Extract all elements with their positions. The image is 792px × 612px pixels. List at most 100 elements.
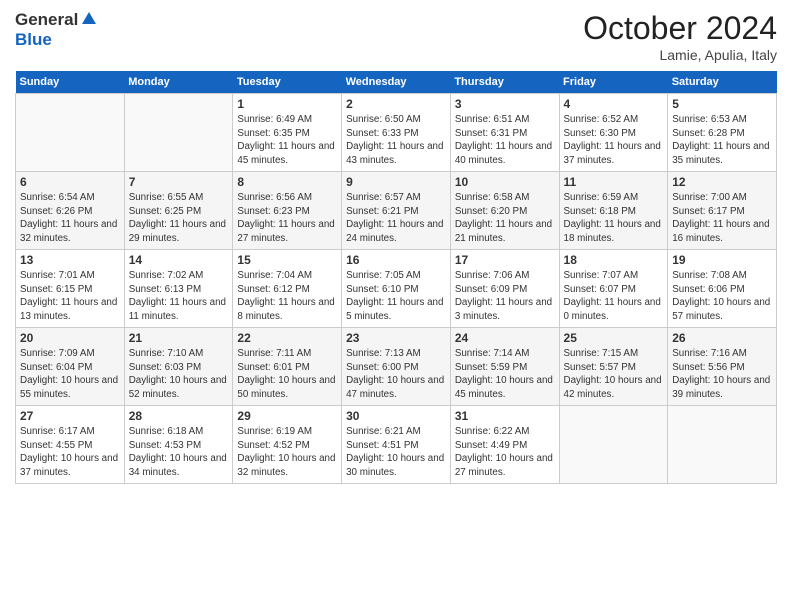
calendar-cell: 19 Sunrise: 7:08 AM Sunset: 6:06 PM Dayli… bbox=[668, 250, 777, 328]
header-day-thursday: Thursday bbox=[450, 71, 559, 94]
calendar-cell: 6 Sunrise: 6:54 AM Sunset: 6:26 PM Daylig… bbox=[16, 172, 125, 250]
day-info: Sunrise: 6:58 AM Sunset: 6:20 PM Dayligh… bbox=[455, 191, 555, 246]
day-number: 10 bbox=[455, 175, 555, 189]
day-info: Sunrise: 7:08 AM Sunset: 6:06 PM Dayligh… bbox=[672, 269, 772, 324]
day-number: 7 bbox=[129, 175, 229, 189]
day-number: 17 bbox=[455, 253, 555, 267]
calendar-cell: 14 Sunrise: 7:02 AM Sunset: 6:13 PM Dayli… bbox=[124, 250, 233, 328]
month-title: October 2024 bbox=[583, 10, 777, 47]
title-block: October 2024 Lamie, Apulia, Italy bbox=[583, 10, 777, 63]
calendar-cell: 22 Sunrise: 7:11 AM Sunset: 6:01 PM Dayli… bbox=[233, 328, 342, 406]
day-info: Sunrise: 6:17 AM Sunset: 4:55 PM Dayligh… bbox=[20, 425, 120, 480]
week-row-1: 1Sunrise: 6:49 AM Sunset: 6:35 PM Daylig… bbox=[16, 94, 777, 172]
day-info: Sunrise: 7:01 AM Sunset: 6:15 PM Dayligh… bbox=[20, 269, 120, 324]
calendar-cell: 23 Sunrise: 7:13 AM Sunset: 6:00 PM Dayli… bbox=[342, 328, 451, 406]
week-row-3: 13Sunrise: 7:01 AM Sunset: 6:15 PM Dayli… bbox=[16, 250, 777, 328]
day-info: Sunrise: 7:13 AM Sunset: 6:00 PM Dayligh… bbox=[346, 347, 446, 402]
day-info: Sunrise: 6:56 AM Sunset: 6:23 PM Dayligh… bbox=[237, 191, 337, 246]
logo: General Blue bbox=[15, 10, 98, 49]
day-number: 8 bbox=[237, 175, 337, 189]
day-number: 23 bbox=[346, 331, 446, 345]
calendar-cell: 11Sunrise: 6:59 AM Sunset: 6:18 PM Dayli… bbox=[559, 172, 668, 250]
calendar-cell: 5 Sunrise: 6:53 AM Sunset: 6:28 PM Daylig… bbox=[668, 94, 777, 172]
calendar-cell: 27 Sunrise: 6:17 AM Sunset: 4:55 PM Dayli… bbox=[16, 406, 125, 484]
day-number: 5 bbox=[672, 97, 772, 111]
calendar-cell: 24Sunrise: 7:14 AM Sunset: 5:59 PM Dayli… bbox=[450, 328, 559, 406]
calendar-cell: 1Sunrise: 6:49 AM Sunset: 6:35 PM Daylig… bbox=[233, 94, 342, 172]
day-number: 14 bbox=[129, 253, 229, 267]
page: General Blue October 2024 Lamie, Apulia,… bbox=[0, 0, 792, 612]
calendar-cell: 18 Sunrise: 7:07 AM Sunset: 6:07 PM Dayli… bbox=[559, 250, 668, 328]
calendar-cell: 25 Sunrise: 7:15 AM Sunset: 5:57 PM Dayli… bbox=[559, 328, 668, 406]
calendar-cell: 4 Sunrise: 6:52 AM Sunset: 6:30 PM Daylig… bbox=[559, 94, 668, 172]
day-info: Sunrise: 7:06 AM Sunset: 6:09 PM Dayligh… bbox=[455, 269, 555, 324]
day-number: 11 bbox=[564, 175, 664, 189]
day-number: 4 bbox=[564, 97, 664, 111]
location-subtitle: Lamie, Apulia, Italy bbox=[583, 47, 777, 63]
calendar-cell: 16 Sunrise: 7:05 AM Sunset: 6:10 PM Dayli… bbox=[342, 250, 451, 328]
day-info: Sunrise: 6:19 AM Sunset: 4:52 PM Dayligh… bbox=[237, 425, 337, 480]
logo-general-text: General bbox=[15, 10, 78, 30]
day-info: Sunrise: 7:14 AM Sunset: 5:59 PM Dayligh… bbox=[455, 347, 555, 402]
day-info: Sunrise: 6:22 AM Sunset: 4:49 PM Dayligh… bbox=[455, 425, 555, 480]
day-number: 12 bbox=[672, 175, 772, 189]
header-row: SundayMondayTuesdayWednesdayThursdayFrid… bbox=[16, 71, 777, 94]
day-info: Sunrise: 6:18 AM Sunset: 4:53 PM Dayligh… bbox=[129, 425, 229, 480]
day-number: 6 bbox=[20, 175, 120, 189]
day-number: 2 bbox=[346, 97, 446, 111]
logo-blue-text: Blue bbox=[15, 30, 98, 50]
day-info: Sunrise: 6:21 AM Sunset: 4:51 PM Dayligh… bbox=[346, 425, 446, 480]
day-info: Sunrise: 6:51 AM Sunset: 6:31 PM Dayligh… bbox=[455, 113, 555, 168]
calendar-cell: 17 Sunrise: 7:06 AM Sunset: 6:09 PM Dayli… bbox=[450, 250, 559, 328]
calendar-cell: 31 Sunrise: 6:22 AM Sunset: 4:49 PM Dayli… bbox=[450, 406, 559, 484]
day-number: 22 bbox=[237, 331, 337, 345]
day-number: 30 bbox=[346, 409, 446, 423]
day-number: 26 bbox=[672, 331, 772, 345]
header-day-wednesday: Wednesday bbox=[342, 71, 451, 94]
day-number: 16 bbox=[346, 253, 446, 267]
calendar-cell: 12 Sunrise: 7:00 AM Sunset: 6:17 PM Dayli… bbox=[668, 172, 777, 250]
day-info: Sunrise: 6:49 AM Sunset: 6:35 PM Dayligh… bbox=[237, 113, 337, 168]
calendar-cell bbox=[559, 406, 668, 484]
header-day-friday: Friday bbox=[559, 71, 668, 94]
day-number: 29 bbox=[237, 409, 337, 423]
day-number: 28 bbox=[129, 409, 229, 423]
day-number: 15 bbox=[237, 253, 337, 267]
calendar-cell bbox=[124, 94, 233, 172]
calendar-cell: 28 Sunrise: 6:18 AM Sunset: 4:53 PM Dayli… bbox=[124, 406, 233, 484]
calendar-cell: 30 Sunrise: 6:21 AM Sunset: 4:51 PM Dayli… bbox=[342, 406, 451, 484]
day-info: Sunrise: 7:11 AM Sunset: 6:01 PM Dayligh… bbox=[237, 347, 337, 402]
day-number: 27 bbox=[20, 409, 120, 423]
day-info: Sunrise: 7:15 AM Sunset: 5:57 PM Dayligh… bbox=[564, 347, 664, 402]
calendar-cell: 20Sunrise: 7:09 AM Sunset: 6:04 PM Dayli… bbox=[16, 328, 125, 406]
calendar-cell: 7 Sunrise: 6:55 AM Sunset: 6:25 PM Daylig… bbox=[124, 172, 233, 250]
day-number: 31 bbox=[455, 409, 555, 423]
day-info: Sunrise: 6:52 AM Sunset: 6:30 PM Dayligh… bbox=[564, 113, 664, 168]
day-info: Sunrise: 6:55 AM Sunset: 6:25 PM Dayligh… bbox=[129, 191, 229, 246]
day-info: Sunrise: 7:05 AM Sunset: 6:10 PM Dayligh… bbox=[346, 269, 446, 324]
day-info: Sunrise: 7:00 AM Sunset: 6:17 PM Dayligh… bbox=[672, 191, 772, 246]
calendar-cell: 8 Sunrise: 6:56 AM Sunset: 6:23 PM Daylig… bbox=[233, 172, 342, 250]
calendar-table: SundayMondayTuesdayWednesdayThursdayFrid… bbox=[15, 71, 777, 484]
day-number: 18 bbox=[564, 253, 664, 267]
day-info: Sunrise: 7:07 AM Sunset: 6:07 PM Dayligh… bbox=[564, 269, 664, 324]
day-info: Sunrise: 6:54 AM Sunset: 6:26 PM Dayligh… bbox=[20, 191, 120, 246]
calendar-cell bbox=[668, 406, 777, 484]
header: General Blue October 2024 Lamie, Apulia,… bbox=[15, 10, 777, 63]
day-info: Sunrise: 6:53 AM Sunset: 6:28 PM Dayligh… bbox=[672, 113, 772, 168]
day-number: 19 bbox=[672, 253, 772, 267]
week-row-4: 20Sunrise: 7:09 AM Sunset: 6:04 PM Dayli… bbox=[16, 328, 777, 406]
day-number: 25 bbox=[564, 331, 664, 345]
calendar-cell: 26Sunrise: 7:16 AM Sunset: 5:56 PM Dayli… bbox=[668, 328, 777, 406]
header-day-sunday: Sunday bbox=[16, 71, 125, 94]
day-info: Sunrise: 7:04 AM Sunset: 6:12 PM Dayligh… bbox=[237, 269, 337, 324]
day-number: 3 bbox=[455, 97, 555, 111]
week-row-5: 27 Sunrise: 6:17 AM Sunset: 4:55 PM Dayli… bbox=[16, 406, 777, 484]
calendar-cell: 3 Sunrise: 6:51 AM Sunset: 6:31 PM Daylig… bbox=[450, 94, 559, 172]
calendar-cell bbox=[16, 94, 125, 172]
header-day-tuesday: Tuesday bbox=[233, 71, 342, 94]
calendar-cell: 29 Sunrise: 6:19 AM Sunset: 4:52 PM Dayli… bbox=[233, 406, 342, 484]
calendar-cell: 9Sunrise: 6:57 AM Sunset: 6:21 PM Daylig… bbox=[342, 172, 451, 250]
day-info: Sunrise: 7:02 AM Sunset: 6:13 PM Dayligh… bbox=[129, 269, 229, 324]
day-info: Sunrise: 7:10 AM Sunset: 6:03 PM Dayligh… bbox=[129, 347, 229, 402]
